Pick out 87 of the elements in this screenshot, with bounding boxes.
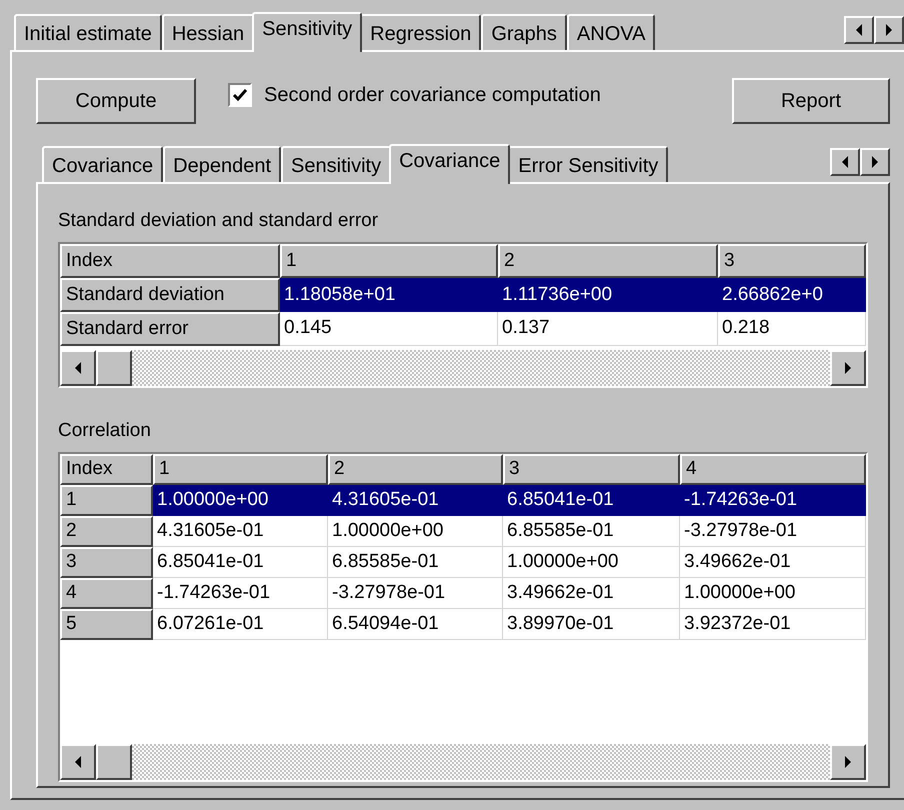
table-cell: 1.00000e+00: [328, 516, 503, 547]
table-cell: 3.49662e-01: [503, 578, 680, 609]
right-arrow-icon: [844, 362, 852, 374]
tab[interactable]: ANOVA: [566, 14, 656, 50]
column-header: 3: [503, 454, 680, 485]
table-cell: 0.218: [718, 312, 866, 346]
table-cell: 3.49662e-01: [680, 547, 866, 578]
right-arrow-icon: [844, 756, 852, 768]
scroll-right-button[interactable]: [860, 148, 890, 176]
table-row[interactable]: 2 4.31605e-01 1.00000e+00 6.85585e-01 -3.27978e-01: [60, 516, 866, 547]
table-cell: 6.85585e-01: [503, 516, 680, 547]
table-cell: 6.54094e-01: [328, 609, 503, 640]
right-arrow-icon: [885, 24, 893, 36]
table-cell: 4.31605e-01: [153, 516, 328, 547]
table-row[interactable]: 3 6.85041e-01 6.85585e-01 1.00000e+00 3.49662e-01: [60, 547, 866, 578]
horizontal-scrollbar[interactable]: [60, 744, 866, 780]
table-row[interactable]: Standard deviation 1.18058e+01 1.11736e+00 2.66862e+0: [60, 278, 866, 312]
table-row[interactable]: 5 6.07261e-01 6.54094e-01 3.89970e-01 3.92372e-01: [60, 609, 866, 640]
column-header: 2: [328, 454, 503, 485]
table-cell: -1.74263e-01: [680, 485, 866, 516]
table-cell: 1.00000e+00: [153, 485, 328, 516]
scroll-right-button[interactable]: [830, 350, 866, 386]
row-header: 3: [60, 547, 153, 578]
report-button[interactable]: Report: [732, 78, 890, 124]
column-header: 3: [718, 244, 866, 278]
row-header: Standard error: [60, 312, 280, 346]
table-row[interactable]: 4 -1.74263e-01 -3.27978e-01 3.49662e-01 1.00000e+00: [60, 578, 866, 609]
table-row[interactable]: 1 1.00000e+00 4.31605e-01 6.85041e-01 -1.74263e-01: [60, 485, 866, 516]
tab[interactable]: Sensitivity: [281, 146, 392, 182]
checkbox-label: Second order covariance computation: [264, 83, 601, 108]
scroll-right-button[interactable]: [874, 16, 904, 44]
compute-button[interactable]: Compute: [36, 78, 196, 124]
table-cell: 1.00000e+00: [503, 547, 680, 578]
table-cell: 6.85041e-01: [503, 485, 680, 516]
tab[interactable]: Sensitivity: [252, 12, 362, 52]
table-cell: 1.11736e+00: [498, 278, 718, 312]
table-cell: 0.145: [280, 312, 498, 346]
table-cell: 6.85041e-01: [153, 547, 328, 578]
left-arrow-icon: [74, 362, 82, 374]
table-cell: 2.66862e+0: [718, 278, 866, 312]
scroll-left-button[interactable]: [60, 744, 96, 780]
row-header: 1: [60, 485, 153, 516]
checkmark-icon: [233, 89, 247, 101]
horizontal-scrollbar[interactable]: [60, 350, 866, 386]
right-arrow-icon: [871, 156, 879, 168]
table-cell: 4.31605e-01: [328, 485, 503, 516]
table-row[interactable]: Standard error 0.145 0.137 0.218: [60, 312, 866, 346]
tab[interactable]: Regression: [360, 14, 482, 50]
tab[interactable]: Error Sensitivity: [508, 146, 668, 182]
section-title: Standard deviation and standard error: [58, 209, 380, 233]
scroll-left-button[interactable]: [60, 350, 96, 386]
row-header: 2: [60, 516, 153, 547]
column-header: Index: [60, 244, 280, 278]
table-cell: 6.85585e-01: [328, 547, 503, 578]
scroll-left-button[interactable]: [844, 16, 874, 44]
tab[interactable]: Covariance: [389, 144, 510, 184]
table-cell: -1.74263e-01: [153, 578, 328, 609]
left-arrow-icon: [74, 756, 82, 768]
column-header: 1: [153, 454, 328, 485]
checkbox[interactable]: [228, 83, 252, 107]
tab[interactable]: Dependent: [163, 146, 282, 182]
column-header: 4: [680, 454, 866, 485]
left-arrow-icon: [841, 156, 849, 168]
table-cell: -3.27978e-01: [328, 578, 503, 609]
table-cell: 1.00000e+00: [680, 578, 866, 609]
tab[interactable]: Hessian: [162, 14, 254, 50]
left-arrow-icon: [855, 24, 863, 36]
table-cell: 3.89970e-01: [503, 609, 680, 640]
scroll-right-button[interactable]: [830, 744, 866, 780]
section-title: Correlation: [58, 419, 152, 443]
tab[interactable]: Graphs: [481, 14, 567, 50]
column-header: 2: [498, 244, 718, 278]
scroll-left-button[interactable]: [830, 148, 860, 176]
row-header: Standard deviation: [60, 278, 280, 312]
column-header: 1: [280, 244, 498, 278]
tab[interactable]: Covariance: [42, 146, 164, 182]
scrollbar-thumb[interactable]: [96, 350, 132, 386]
column-header: Index: [60, 454, 153, 485]
table-cell: 0.137: [498, 312, 718, 346]
table-cell: 3.92372e-01: [680, 609, 866, 640]
table-cell: -3.27978e-01: [680, 516, 866, 547]
table-cell: 6.07261e-01: [153, 609, 328, 640]
row-header: 4: [60, 578, 153, 609]
tab[interactable]: Initial estimate: [14, 14, 162, 50]
table-cell: 1.18058e+01: [280, 278, 498, 312]
row-header: 5: [60, 609, 153, 640]
scrollbar-thumb[interactable]: [96, 744, 132, 780]
